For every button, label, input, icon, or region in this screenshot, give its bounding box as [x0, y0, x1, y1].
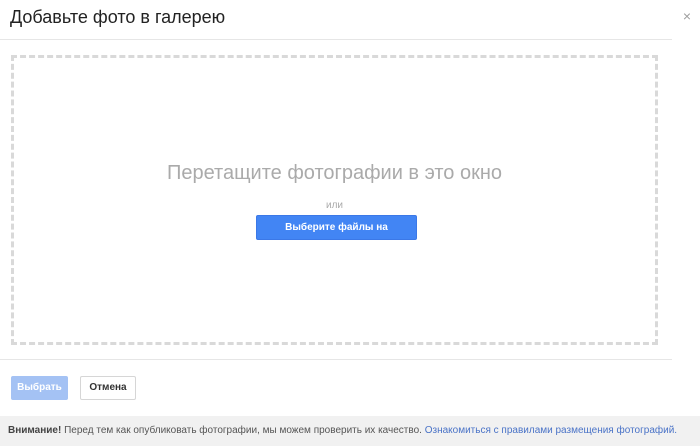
dialog-title: Добавьте фото в галерею — [10, 7, 226, 27]
warning-text: Перед тем как опубликовать фотографии, м… — [61, 425, 425, 436]
close-icon[interactable]: × — [683, 9, 691, 23]
actions-divider — [0, 359, 672, 360]
select-button[interactable]: Выбрать — [11, 376, 68, 400]
warning-label: Внимание! — [8, 425, 62, 436]
cancel-button[interactable]: Отмена — [80, 376, 136, 400]
choose-files-button[interactable]: Выберите файлы на компьютере — [256, 215, 417, 256]
drop-zone[interactable]: Перетащите фотографии в это окно или Выб… — [11, 55, 658, 345]
drop-instruction: Перетащите фотографии в это окно — [166, 162, 503, 184]
rules-link[interactable]: Ознакомиться с правилами размещения фото… — [425, 425, 677, 436]
or-separator: или — [325, 200, 343, 211]
footer-notice: Внимание! Перед тем как опубликовать фот… — [0, 416, 700, 446]
upload-dialog: Добавьте фото в галерею × Перетащите фот… — [0, 0, 700, 446]
footer-text: Внимание! Перед тем как опубликовать фот… — [8, 425, 677, 436]
dialog-header: Добавьте фото в галерею × — [0, 0, 700, 40]
header-divider — [0, 39, 672, 40]
